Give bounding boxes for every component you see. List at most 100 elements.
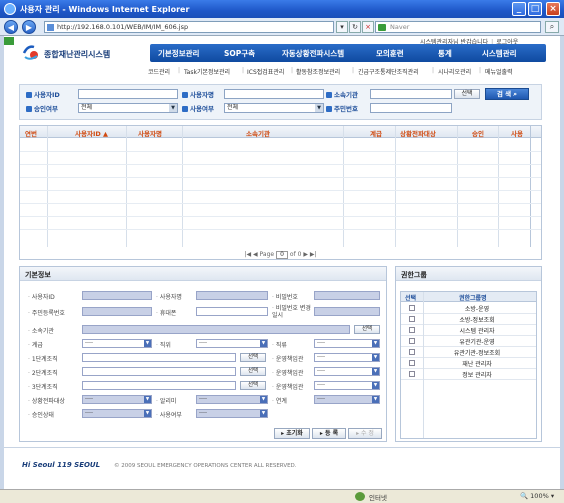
edit-button[interactable]: ▸ 수 정 bbox=[348, 428, 382, 439]
nav-auto-spread[interactable]: 자동상황전파시스템 bbox=[282, 48, 344, 59]
col-no[interactable]: 연번 bbox=[25, 128, 37, 138]
last-page-icon[interactable]: ▶| bbox=[310, 251, 317, 258]
org1-field[interactable] bbox=[82, 353, 236, 362]
group-checkbox[interactable] bbox=[409, 338, 415, 344]
op-assign3-select[interactable]: ---- ▼ bbox=[314, 381, 380, 390]
col-rank[interactable]: 계급 bbox=[370, 128, 382, 138]
search-org-input[interactable] bbox=[370, 89, 452, 99]
group-checkbox[interactable] bbox=[409, 327, 415, 333]
register-button[interactable]: ▸ 등 록 bbox=[312, 428, 346, 439]
forward-icon[interactable]: ▶ bbox=[22, 20, 36, 34]
org3-select-button[interactable]: 선택 bbox=[240, 381, 266, 390]
user-id-field[interactable] bbox=[82, 291, 152, 300]
use-select[interactable]: 전체 ▼ bbox=[224, 103, 324, 113]
nav-system[interactable]: 시스템관리 bbox=[482, 48, 517, 59]
favorites-icon[interactable] bbox=[4, 37, 14, 45]
logo[interactable]: 종합재난관리시스템 bbox=[22, 43, 142, 65]
search-user-id-input[interactable] bbox=[78, 89, 178, 99]
group-row: 정보 관리자 bbox=[401, 369, 536, 380]
resident-label: 주민번호 bbox=[326, 103, 358, 113]
duty-select[interactable]: ---- ▼ bbox=[314, 339, 380, 348]
group-row: 소방-정보조회 bbox=[401, 314, 536, 325]
sub-nav: 코드관리 | Task기본정보관리 | ICS접검표관리 | 활동참조정보관리 … bbox=[148, 67, 513, 76]
org1-select-button[interactable]: 선택 bbox=[240, 353, 266, 362]
group-checkbox[interactable] bbox=[409, 360, 415, 366]
subnav-task[interactable]: Task기본정보관리 bbox=[184, 67, 230, 76]
rank-select[interactable]: ---- ▼ bbox=[82, 339, 152, 348]
pw-date-field[interactable] bbox=[314, 307, 380, 316]
resident-field[interactable] bbox=[82, 307, 152, 316]
subnav-code[interactable]: 코드관리 bbox=[148, 67, 170, 76]
org2-select-button[interactable]: 선택 bbox=[240, 367, 266, 376]
group-table: 선택 권한그룹명 소방-운영 소방-정보조회 시스템 관리자 유관기관-운영 유… bbox=[400, 291, 537, 439]
op-assign2-select[interactable]: ---- ▼ bbox=[314, 367, 380, 376]
org-label: 소속기관 bbox=[326, 89, 358, 99]
first-page-icon[interactable]: |◀ bbox=[244, 251, 251, 258]
position-select[interactable]: ---- ▼ bbox=[196, 339, 268, 348]
search-resident-input[interactable] bbox=[370, 103, 452, 113]
minimize-button[interactable]: _ bbox=[512, 2, 526, 16]
mobile-field[interactable] bbox=[196, 307, 268, 316]
copyright: © 2009 SEOUL EMERGENCY OPERATIONS CENTER… bbox=[114, 463, 297, 469]
search-button[interactable]: 검 색 ⌕ bbox=[485, 88, 529, 100]
approve-select[interactable]: 전체 ▼ bbox=[78, 103, 178, 113]
subnav-manual[interactable]: 메뉴얼출력 bbox=[485, 67, 513, 76]
org-select-button[interactable]: 선택 bbox=[354, 325, 380, 334]
reset-button[interactable]: ▸ 초기화 bbox=[274, 428, 310, 439]
col-user-id[interactable]: 사용자ID ▲ bbox=[75, 128, 108, 138]
search-user-name-input[interactable] bbox=[224, 89, 324, 99]
col-user-name[interactable]: 사용자명 bbox=[138, 128, 162, 138]
link-select[interactable]: ---- ▼ bbox=[314, 395, 380, 404]
logo-mark-icon bbox=[22, 45, 38, 60]
col-use[interactable]: 사용 bbox=[511, 128, 523, 138]
close-button[interactable]: × bbox=[546, 2, 560, 16]
search-icon[interactable]: ⌕ bbox=[545, 21, 559, 33]
org-field[interactable] bbox=[82, 325, 350, 334]
col-org[interactable]: 소속기관 bbox=[246, 128, 270, 138]
nav-stats[interactable]: 통계 bbox=[438, 48, 452, 59]
group-checkbox[interactable] bbox=[409, 316, 415, 322]
password-field[interactable] bbox=[314, 291, 380, 300]
maximize-button[interactable]: □ bbox=[528, 2, 542, 16]
subnav-org[interactable]: 긴급구조통제단조직관리 bbox=[358, 67, 419, 76]
org1-label: 1단계조직 bbox=[28, 354, 58, 363]
user-id-label: 사용자ID bbox=[26, 89, 60, 99]
nav-sop[interactable]: SOP구축 bbox=[224, 48, 255, 59]
alarm-select[interactable]: ---- ▼ bbox=[196, 395, 268, 404]
subnav-activity[interactable]: 활동참조정보관리 bbox=[296, 67, 340, 76]
prev-page-icon[interactable]: ◀ bbox=[253, 251, 258, 258]
org3-field[interactable] bbox=[82, 381, 236, 390]
org-select-button[interactable]: 선택 bbox=[454, 89, 480, 99]
use-status-select[interactable]: ---- ▼ bbox=[196, 409, 268, 418]
group-checkbox[interactable] bbox=[409, 305, 415, 311]
url-input[interactable]: http://192.168.0.101/WEB/IM/IM_606.jsp bbox=[44, 21, 334, 33]
back-icon[interactable]: ◀ bbox=[4, 20, 18, 34]
group-row: 재난 관리자 bbox=[401, 358, 536, 369]
window-title: 사용자 관리 - Windows Internet Explorer bbox=[20, 5, 190, 14]
detail-title: 기본정보 bbox=[20, 267, 386, 281]
stop-icon[interactable]: × bbox=[362, 21, 374, 33]
subnav-scenario[interactable]: 시나리오관리 bbox=[438, 67, 471, 76]
org2-field[interactable] bbox=[82, 367, 236, 376]
spread-select[interactable]: ---- ▼ bbox=[82, 395, 152, 404]
col-approve[interactable]: 승인 bbox=[472, 128, 484, 138]
group-checkbox[interactable] bbox=[409, 349, 415, 355]
col-spread[interactable]: 상황전파대상 bbox=[400, 128, 436, 138]
search-input[interactable]: Naver bbox=[375, 21, 541, 33]
zoom-level[interactable]: 🔍 100% ▾ bbox=[520, 492, 554, 500]
nav-basic-info[interactable]: 기본정보관리 bbox=[158, 48, 199, 59]
subnav-ics[interactable]: ICS접검표관리 bbox=[247, 67, 284, 76]
nav-training[interactable]: 모의훈련 bbox=[376, 48, 404, 59]
main-nav: 기본정보관리 SOP구축 자동상황전파시스템 모의훈련 통계 시스템관리 bbox=[150, 44, 546, 62]
user-name-field[interactable] bbox=[196, 291, 268, 300]
op-assign1-select[interactable]: ---- ▼ bbox=[314, 353, 380, 362]
page-input[interactable]: 0 bbox=[276, 251, 288, 259]
password-label: 비밀번호 bbox=[272, 292, 298, 301]
detail-panel: 기본정보 사용자ID 사용자명 비밀번호 주민등록번호 휴대폰 비밀번호 변경일… bbox=[19, 266, 387, 442]
group-checkbox[interactable] bbox=[409, 371, 415, 377]
approve-status-select[interactable]: ---- ▼ bbox=[82, 409, 152, 418]
next-page-icon[interactable]: ▶ bbox=[303, 251, 308, 258]
refresh-icon[interactable]: ↻ bbox=[349, 21, 361, 33]
footer: Hi Seoul 119 SEOUL © 2009 SEOUL EMERGENC… bbox=[4, 447, 560, 485]
compat-icon[interactable]: ▾ bbox=[336, 21, 348, 33]
